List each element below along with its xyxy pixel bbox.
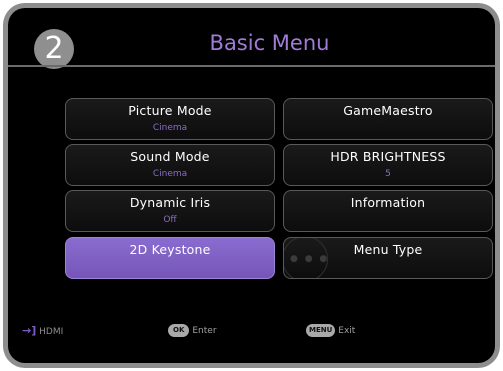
tile-label: 2D Keystone	[129, 242, 211, 257]
input-arrow-icon: →]	[22, 324, 37, 337]
tile-picture-mode[interactable]: Picture Mode Cinema	[65, 98, 275, 140]
title-divider	[8, 65, 495, 67]
input-source-indicator: →] HDMI	[22, 324, 63, 337]
tile-gamemaestro[interactable]: GameMaestro	[283, 98, 493, 140]
ok-enter-hint: OK Enter	[168, 324, 217, 337]
tile-value: Off	[163, 215, 177, 225]
tile-label: Picture Mode	[128, 103, 212, 118]
tile-label: Sound Mode	[130, 149, 210, 164]
tile-dynamic-iris[interactable]: Dynamic Iris Off	[65, 190, 275, 232]
tile-sound-mode[interactable]: Sound Mode Cinema	[65, 144, 275, 186]
tile-information[interactable]: Information	[283, 190, 493, 232]
tile-value: Cinema	[152, 123, 188, 133]
tile-label: Dynamic Iris	[129, 195, 211, 210]
menu-exit-hint: MENU Exit	[306, 324, 355, 337]
menu-screen: 2 Basic Menu Picture Mode Cinema GameMae…	[8, 8, 495, 363]
tile-hdr-brightness[interactable]: HDR BRIGHTNESS 5	[283, 144, 493, 186]
input-source-label: HDMI	[39, 327, 64, 337]
menu-key-icon: MENU	[306, 324, 336, 337]
page-title: Basic Menu	[209, 31, 330, 55]
tile-2d-keystone[interactable]: 2D Keystone	[65, 237, 275, 279]
tile-label: GameMaestro	[343, 103, 433, 118]
tile-value: Cinema	[152, 169, 188, 179]
tile-label: HDR BRIGHTNESS	[330, 149, 446, 164]
tile-label: Information	[350, 195, 426, 210]
tile-value: 5	[385, 169, 391, 179]
more-options-icon: ● ● ●	[290, 254, 330, 264]
device-frame: 2 Basic Menu Picture Mode Cinema GameMae…	[3, 3, 500, 368]
tile-menu-type[interactable]: ● ● ● Menu Type	[283, 237, 493, 279]
menu-key-label: Exit	[338, 325, 356, 336]
ok-key-icon: OK	[168, 324, 190, 337]
ok-key-label: Enter	[192, 325, 217, 336]
